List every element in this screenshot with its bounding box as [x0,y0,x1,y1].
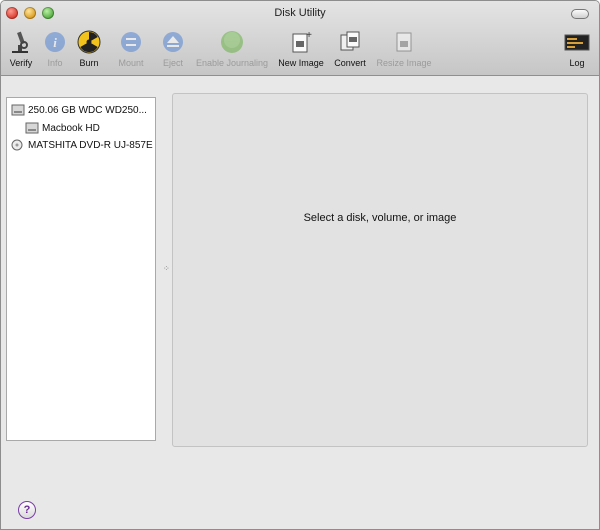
info-button[interactable]: i Info [43,27,67,73]
convert-button[interactable]: Convert [332,27,368,73]
sidebar-item-optical[interactable]: MATSHITA DVD-R UJ-857E [11,137,153,153]
sidebar-item-label: MATSHITA DVD-R UJ-857E [28,139,153,151]
eject-button[interactable]: Eject [159,27,187,73]
help-button[interactable]: ? [18,501,36,519]
toolbar-toggle-button[interactable] [571,9,589,19]
volume-icon [25,122,39,134]
microscope-icon [12,31,28,53]
info-label: Info [47,58,63,68]
optical-drive-icon [11,139,23,151]
sidebar-item-disk[interactable]: 250.06 GB WDC WD250... [11,102,147,118]
burn-label: Burn [79,58,99,68]
burn-button[interactable]: Burn [75,27,103,73]
new-image-button[interactable]: + New Image [275,27,327,73]
info-icon: i [45,32,65,52]
hard-drive-icon [11,104,25,116]
sidebar-item-label: 250.06 GB WDC WD250... [28,104,147,116]
enable-journaling-button[interactable]: Enable Journaling [193,27,271,73]
toolbar: Verify i Info Burn Mount Eject Enable Jo… [1,27,599,75]
convert-icon [340,31,360,51]
sidebar-item-volume[interactable]: Macbook HD [25,120,100,136]
split-view-handle[interactable]: ⁘ [163,265,170,273]
mount-icon [121,32,141,52]
verify-button[interactable]: Verify [5,27,37,73]
resize-image-button[interactable]: Resize Image [374,27,434,73]
detail-pane: Select a disk, volume, or image [172,93,588,447]
placeholder-message: Select a disk, volume, or image [303,212,457,224]
disk-utility-window: Disk Utility Verify i Info Burn Mount Ej… [0,0,600,530]
title-bar: Disk Utility Verify i Info Burn Mount Ej… [1,1,599,76]
eject-label: Eject [162,58,183,68]
burn-radiation-icon [77,30,101,54]
new-image-icon: + [292,30,312,53]
mount-button[interactable]: Mount [114,27,148,73]
convert-label: Convert [334,58,366,68]
new-image-label: New Image [278,58,324,68]
verify-label: Verify [9,58,33,68]
log-icon [564,34,590,51]
resize-image-icon [396,32,412,52]
sidebar-item-label: Macbook HD [42,122,100,134]
svg-text:+: + [306,30,312,41]
mount-label: Mount [118,58,144,68]
disk-list-sidebar: 250.06 GB WDC WD250... Macbook HD MATSHI… [6,97,156,441]
eject-icon [163,32,183,52]
log-button[interactable]: Log [563,27,591,73]
journaling-icon [221,31,243,53]
enable-journaling-label: Enable Journaling [195,58,269,68]
svg-text:i: i [53,35,57,50]
log-label: Log [569,58,585,68]
window-title: Disk Utility [274,7,326,19]
resize-image-label: Resize Image [376,58,432,68]
